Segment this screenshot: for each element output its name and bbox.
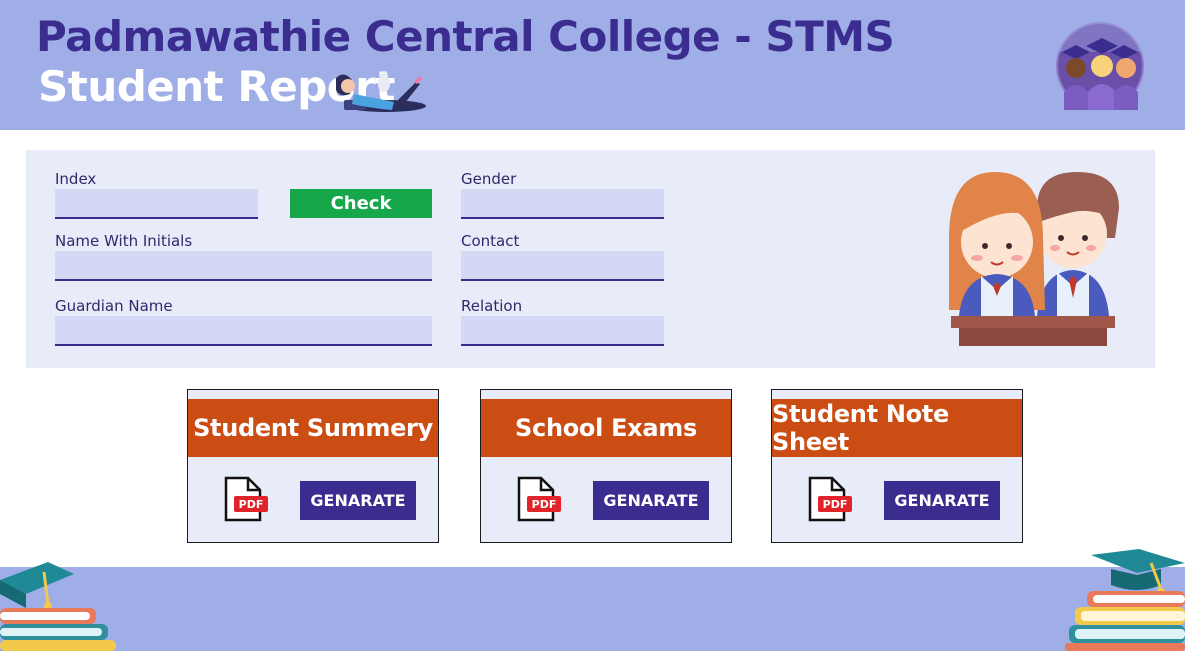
pdf-label: PDF xyxy=(532,498,557,511)
gender-label: Gender xyxy=(461,170,517,188)
students-illustration xyxy=(949,172,1119,346)
check-button[interactable]: Check xyxy=(290,189,432,218)
footer-band xyxy=(0,567,1185,651)
card-title: Student Summery xyxy=(188,399,438,457)
student-note-sheet-card: Student Note Sheet PDF GENARATE xyxy=(771,389,1023,543)
guardian-name-input[interactable] xyxy=(55,316,432,346)
contact-label: Contact xyxy=(461,232,520,250)
app-title: Padmawathie Central College - STMS xyxy=(36,12,895,61)
header-banner: Padmawathie Central College - STMS Stude… xyxy=(0,0,1185,130)
student-summary-card: Student Summery PDF GENARATE xyxy=(187,389,439,543)
card-title: School Exams xyxy=(481,399,731,457)
name-with-initials-label: Name With Initials xyxy=(55,232,193,250)
graduates-logo xyxy=(1056,22,1144,110)
index-input[interactable] xyxy=(55,189,258,219)
student-reading-illustration xyxy=(336,72,426,112)
contact-input[interactable] xyxy=(461,251,664,281)
name-with-initials-input[interactable] xyxy=(55,251,432,281)
gender-input[interactable] xyxy=(461,189,664,219)
pdf-file-icon: PDF xyxy=(808,476,852,522)
books-grad-cap-illustration xyxy=(1065,549,1185,651)
pdf-file-icon: PDF xyxy=(517,476,561,522)
generate-student-note-sheet-button[interactable]: GENARATE xyxy=(884,481,1000,520)
pdf-label: PDF xyxy=(823,498,848,511)
school-exams-card: School Exams PDF GENARATE xyxy=(480,389,732,543)
pdf-label: PDF xyxy=(239,498,264,511)
generate-school-exams-button[interactable]: GENARATE xyxy=(593,481,709,520)
relation-label: Relation xyxy=(461,297,523,315)
pdf-file-icon: PDF xyxy=(224,476,268,522)
books-grad-cap-illustration xyxy=(0,562,116,651)
index-label: Index xyxy=(55,170,97,188)
guardian-name-label: Guardian Name xyxy=(55,297,173,315)
relation-input[interactable] xyxy=(461,316,664,346)
generate-student-summary-button[interactable]: GENARATE xyxy=(300,481,416,520)
card-title: Student Note Sheet xyxy=(772,399,1022,457)
